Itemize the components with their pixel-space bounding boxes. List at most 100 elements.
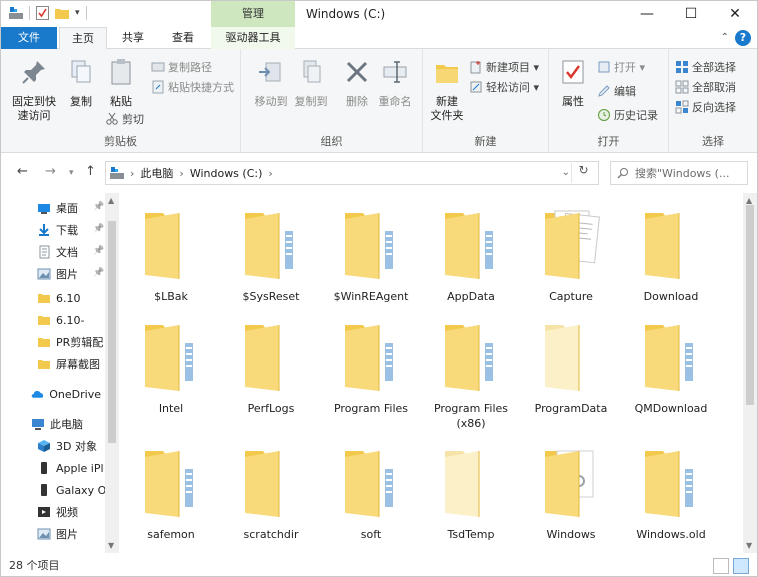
chevron-right-icon[interactable]: › [130,167,134,180]
nav-pane-scrollbar[interactable]: ▲ ▼ [105,193,119,553]
help-button[interactable]: ? [735,30,751,46]
manage-context-tab[interactable]: 管理 [211,1,295,27]
tab-home[interactable]: 主页 [59,27,107,50]
customize-toolbar-icon[interactable]: ▾ [75,8,80,18]
nav-item-label: 视频 [56,506,78,519]
select-none-icon [675,80,689,94]
folder-item[interactable]: AppData [423,209,519,304]
search-box[interactable]: 搜索"Windows (... [610,161,748,185]
easy-access-button[interactable]: 轻松访问 ▾ [469,79,539,95]
drive-icon[interactable] [9,7,23,19]
folder-item[interactable]: Capture [523,209,619,304]
folder-item[interactable]: Windows.old [623,447,719,542]
back-arrow-icon[interactable]: ← [17,164,28,179]
new-folder-button[interactable]: 新建 文件夹 [427,57,467,123]
breadcrumb-this-pc[interactable]: 此电脑 [140,165,173,181]
nav-item[interactable]: Galaxy O [37,481,107,499]
tab-share[interactable]: 共享 [111,27,155,49]
nav-item[interactable]: 此电脑 [31,415,101,433]
paste-shortcut-button[interactable]: 粘贴快捷方式 [151,79,234,95]
scroll-down-icon[interactable]: ▼ [108,541,114,550]
folder-item[interactable]: ProgramData [523,321,619,416]
folder-item[interactable]: TsdTemp [423,447,519,542]
new-folder-icon[interactable] [55,7,69,19]
nav-item[interactable]: OneDrive [31,385,101,403]
move-to-label: 移动到 [254,95,288,108]
folder-item[interactable]: soft [323,447,419,542]
new-item-button[interactable]: 新建项目 ▾ [469,59,539,75]
collapse-ribbon-icon[interactable]: ⌃ [721,32,729,43]
folder-icon [445,325,495,391]
folder-item[interactable]: $SysReset [223,209,319,304]
large-icons-view-icon[interactable] [733,558,749,574]
nav-item[interactable]: PR剪辑配 [37,333,107,351]
nav-item[interactable]: Apple iPl [37,459,107,477]
up-arrow-icon[interactable]: ↑ [85,164,96,179]
open-button[interactable]: 打开 ▾ [597,59,645,75]
folder-item[interactable]: Program Files [323,321,419,416]
nav-item[interactable]: 6.10 [37,289,107,307]
history-button[interactable]: 历史记录 [597,107,658,123]
properties-icon[interactable] [36,6,49,20]
folder-item[interactable]: Download [623,209,719,304]
tab-file[interactable]: 文件 [1,27,57,49]
new-item-icon [470,61,481,74]
tab-view[interactable]: 查看 [159,27,207,49]
pin-icon[interactable]: 📌 [93,268,104,278]
chevron-down-icon[interactable]: ⌄ [562,167,570,178]
refresh-icon[interactable]: ↻ [571,163,595,183]
move-to-button[interactable]: 移动到 [251,57,291,109]
folder-item[interactable]: QMDownload [623,321,719,416]
chevron-right-icon[interactable]: › [179,167,183,180]
copy-path-button[interactable]: 复制路径 [151,59,212,75]
folder-item[interactable]: safemon [123,447,219,542]
tab-drive-tools[interactable]: 驱动器工具 [211,27,295,49]
easy-access-label: 轻松访问 ▾ [486,81,540,94]
details-view-icon[interactable] [713,558,729,574]
folder-item[interactable]: Windows [523,447,619,542]
minimize-button[interactable]: — [625,1,669,27]
pin-icon[interactable]: 📌 [93,224,104,234]
scrollbar-thumb[interactable] [746,205,754,405]
pin-icon[interactable]: 📌 [93,202,104,212]
scroll-up-icon[interactable]: ▲ [108,196,114,205]
scroll-down-icon[interactable]: ▼ [746,541,752,550]
nav-item[interactable]: 6.10- [37,311,107,329]
close-button[interactable]: ✕ [713,1,757,27]
select-none-button[interactable]: 全部取消 [675,79,736,95]
folder-name: Intel [158,402,184,415]
folder-item[interactable]: $LBak [123,209,219,304]
delete-button[interactable]: 删除 [339,57,375,109]
invert-selection-button[interactable]: 反向选择 [675,99,736,115]
nav-item[interactable]: 3D 对象 [37,437,107,455]
nav-item[interactable]: 图片 [37,525,107,543]
pin-quick-access-button[interactable]: 固定到快 速访问 [9,57,59,123]
scrollbar-thumb[interactable] [108,221,116,443]
nav-item-icon [38,440,50,452]
nav-item[interactable]: 视频 [37,503,107,521]
recent-locations-icon[interactable]: ▾ [69,168,74,178]
pin-icon[interactable]: 📌 [93,246,104,256]
nav-item[interactable]: 屏幕截图 [37,355,107,373]
properties-button[interactable]: 属性 [555,57,591,109]
folder-item[interactable]: scratchdir [223,447,319,542]
content-scrollbar[interactable]: ▲ ▼ [743,193,757,553]
select-all-button[interactable]: 全部选择 [675,59,736,75]
paste-label: 粘贴 [110,95,132,108]
breadcrumb-drive[interactable]: Windows (C:) [190,167,263,180]
copy-button[interactable]: 复制 [63,57,99,109]
folder-item[interactable]: PerfLogs [223,321,319,416]
folder-item[interactable]: $WinREAgent [323,209,419,304]
copy-to-button[interactable]: 复制到 [291,57,331,109]
scroll-up-icon[interactable]: ▲ [746,196,752,205]
folder-item[interactable]: Program Files (x86) [423,321,519,431]
forward-arrow-icon[interactable]: → [45,164,56,179]
edit-button[interactable]: 编辑 [597,83,636,99]
maximize-button[interactable]: ☐ [669,1,713,27]
paste-button[interactable]: 粘贴 [103,57,139,109]
chevron-right-icon[interactable]: › [268,167,272,180]
address-bar[interactable]: › 此电脑 › Windows (C:) › ⌄ [105,161,599,185]
rename-button[interactable]: 重命名 [375,57,415,109]
folder-item[interactable]: Intel [123,321,219,416]
cut-button[interactable]: 剪切 [105,111,144,127]
